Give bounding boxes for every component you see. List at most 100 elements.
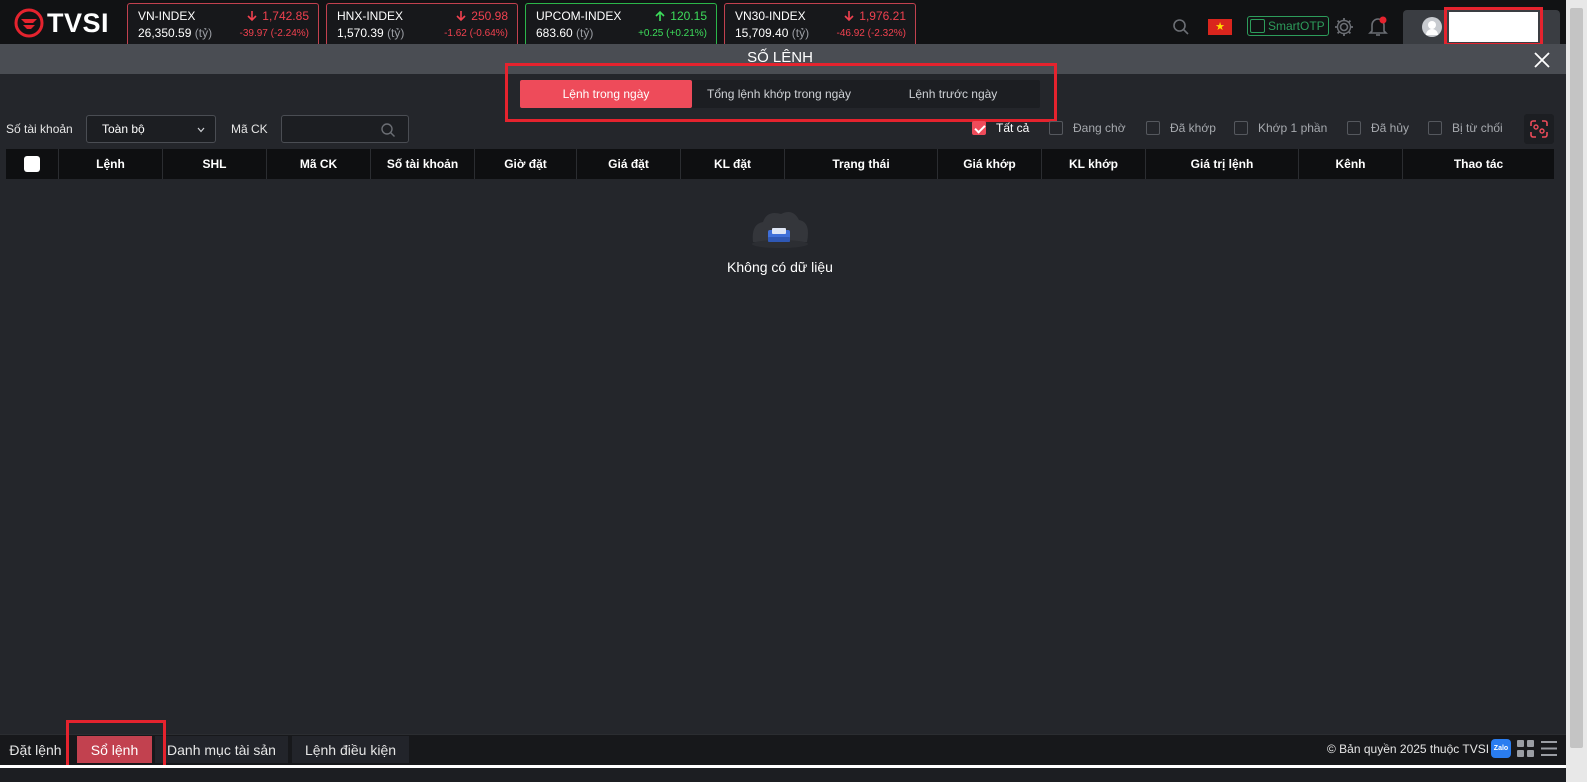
tab-orders-previous-days[interactable]: Lệnh trước ngày: [866, 80, 1040, 108]
filter-matched[interactable]: Đã khớp: [1146, 121, 1216, 135]
tab-total-matched-today[interactable]: Tổng lệnh khớp trong ngày: [692, 80, 866, 108]
column-header[interactable]: Trạng thái: [784, 149, 937, 179]
index-card-vn30-index[interactable]: VN30-INDEX 1,976.21 15,709.40 (tỷ) -46.9…: [724, 3, 916, 44]
account-select[interactable]: Toàn bộ: [86, 115, 216, 143]
arrow-up-icon: [655, 10, 665, 21]
orders-table-header: Lệnh SHL Mã CK Số tài khoản Giờ đặt Giá …: [6, 149, 1554, 179]
modal-title: SỐ LỆNH: [747, 49, 813, 66]
account-select-value: Toàn bộ: [102, 122, 145, 136]
smartotp-label: SmartOTP: [1268, 19, 1325, 33]
column-header[interactable]: KL khớp: [1041, 149, 1145, 179]
checkbox[interactable]: [1234, 121, 1248, 135]
filter-all-label: Tất cả: [996, 121, 1030, 135]
column-settings-button[interactable]: [1524, 114, 1554, 144]
tvsi-logo[interactable]: TVSI: [14, 8, 109, 38]
column-header[interactable]: SHL: [162, 149, 266, 179]
arrow-down-icon: [844, 11, 854, 22]
tab-orders-today[interactable]: Lệnh trong ngày: [520, 80, 692, 108]
index-name: VN30-INDEX: [735, 9, 806, 23]
index-volume-value: 1,570.39: [337, 26, 384, 40]
index-volume-unit: (tỷ): [791, 26, 810, 40]
column-header[interactable]: Giờ đặt: [474, 149, 576, 179]
filter-rejected[interactable]: Bị từ chối: [1428, 121, 1503, 135]
column-header[interactable]: Mã CK: [266, 149, 370, 179]
gear-icon[interactable]: [1333, 16, 1355, 38]
filter-pending[interactable]: Đang chờ: [1049, 121, 1126, 135]
bell-icon[interactable]: [1368, 15, 1388, 37]
index-card-vn-index[interactable]: VN-INDEX 1,742.85 26,350.59 (tỷ) -39.97 …: [127, 3, 319, 44]
index-price-value: 1,976.21: [859, 9, 906, 23]
filter-pending-label: Đang chờ: [1073, 121, 1126, 135]
column-header[interactable]: Kênh: [1298, 149, 1402, 179]
index-price: 250.98: [456, 9, 508, 23]
filter-partial[interactable]: Khớp 1 phần: [1234, 121, 1327, 135]
symbol-search-input[interactable]: [281, 115, 409, 143]
select-all-checkbox[interactable]: [24, 156, 40, 172]
index-card-upcom-index[interactable]: UPCOM-INDEX 120.15 683.60 (tỷ) +0.25 (+0…: [525, 3, 717, 44]
modal-title-bar: SỐ LỆNH: [0, 44, 1587, 74]
select-all-column: [6, 149, 58, 179]
checkbox[interactable]: [1347, 121, 1361, 135]
column-header[interactable]: Giá đặt: [576, 149, 680, 179]
smartotp-button[interactable]: SmartOTP: [1247, 16, 1329, 36]
zalo-icon[interactable]: Zalo: [1491, 739, 1511, 758]
filter-cancelled[interactable]: Đã hủy: [1347, 121, 1409, 135]
filter-matched-label: Đã khớp: [1170, 121, 1216, 135]
index-price-value: 1,742.85: [262, 9, 309, 23]
bottom-strip: [0, 765, 1587, 782]
brand-name: TVSI: [47, 7, 110, 38]
grid-layout-icon[interactable]: [1517, 740, 1534, 757]
empty-inbox-icon: [752, 212, 808, 248]
index-price-value: 250.98: [471, 9, 508, 23]
filter-cancelled-label: Đã hủy: [1371, 121, 1410, 135]
index-price: 1,742.85: [247, 9, 309, 23]
checkbox[interactable]: [1049, 121, 1063, 135]
index-price: 120.15: [655, 9, 707, 23]
copyright-text: © Bản quyền 2025 thuộc TVSI: [1327, 742, 1490, 756]
footer-tab-portfolio[interactable]: Danh mục tài sản: [155, 736, 288, 763]
index-volume-unit: (tỷ): [387, 26, 405, 40]
avatar[interactable]: [1422, 17, 1442, 37]
column-header[interactable]: Giá khớp: [937, 149, 1041, 179]
arrow-down-icon: [456, 11, 466, 22]
checkbox[interactable]: [1146, 121, 1160, 135]
index-price: 1,976.21: [844, 9, 906, 23]
index-name: HNX-INDEX: [337, 9, 404, 23]
footer-tab-order-book[interactable]: Sổ lệnh: [77, 736, 152, 763]
scrollbar-thumb[interactable]: [1570, 8, 1583, 748]
search-icon[interactable]: [1172, 18, 1190, 36]
column-header[interactable]: Giá trị lệnh: [1145, 149, 1298, 179]
column-header[interactable]: Số tài khoản: [370, 149, 474, 179]
empty-state: Không có dữ liệu: [680, 208, 880, 275]
index-change: -39.97 (-2.24%): [239, 27, 309, 39]
index-volume: 1,570.39 (tỷ): [337, 26, 404, 40]
menu-icon[interactable]: [1541, 740, 1557, 757]
footer-tab-conditional-orders[interactable]: Lệnh điều kiện: [292, 736, 409, 763]
user-name-redacted: [1449, 12, 1538, 42]
column-header[interactable]: Lệnh: [58, 149, 162, 179]
index-name: VN-INDEX: [138, 9, 196, 23]
index-name: UPCOM-INDEX: [536, 9, 622, 23]
vietnam-flag-icon[interactable]: ★: [1208, 19, 1232, 35]
index-change: -1.62 (-0.64%): [444, 27, 508, 39]
checkbox[interactable]: [1428, 121, 1442, 135]
search-icon[interactable]: [380, 122, 396, 138]
checkbox-checked[interactable]: [972, 121, 986, 135]
column-header[interactable]: KL đặt: [680, 149, 784, 179]
chevron-down-icon: [197, 127, 205, 133]
arrow-down-icon: [247, 11, 257, 22]
index-card-hnx-index[interactable]: HNX-INDEX 250.98 1,570.39 (tỷ) -1.62 (-0…: [326, 3, 518, 44]
index-volume: 683.60 (tỷ): [536, 26, 593, 40]
column-settings-icon: [1530, 120, 1548, 138]
footer-tab-place-order[interactable]: Đặt lệnh: [0, 736, 71, 763]
column-header[interactable]: Thao tác: [1402, 149, 1554, 179]
filter-partial-label: Khớp 1 phần: [1258, 121, 1328, 135]
index-volume-value: 683.60: [536, 26, 573, 40]
index-volume: 15,709.40 (tỷ): [735, 26, 809, 40]
tvsi-logo-mark-icon: [14, 8, 44, 38]
index-volume-unit: (tỷ): [194, 26, 213, 40]
symbol-label: Mã CK: [231, 122, 268, 136]
filter-all[interactable]: Tất cả: [972, 121, 1029, 135]
close-icon[interactable]: [1532, 50, 1552, 70]
index-price-value: 120.15: [670, 9, 707, 23]
